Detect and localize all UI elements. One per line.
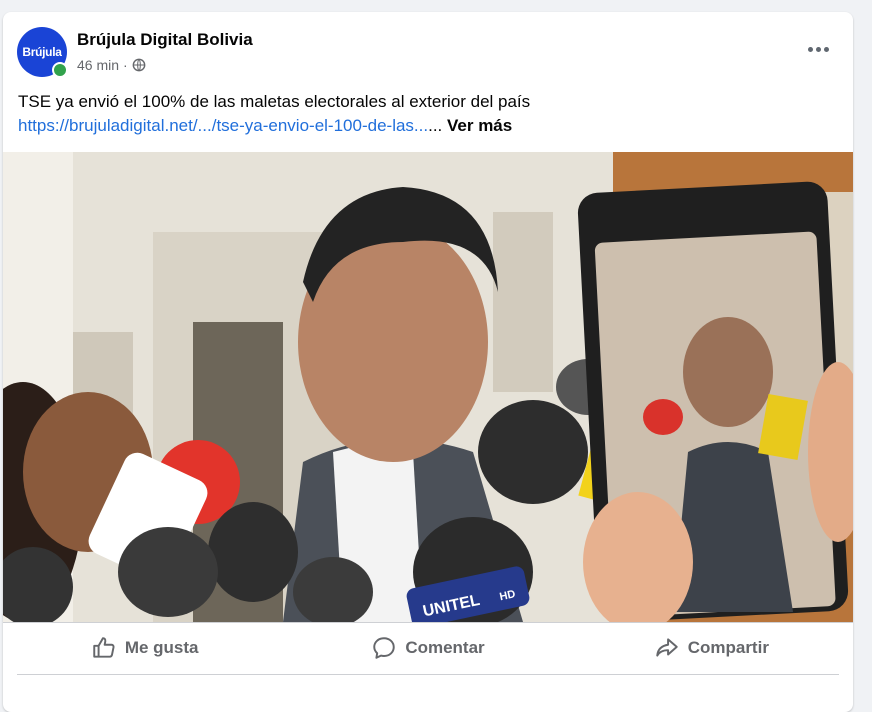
comment-bubble-icon <box>373 637 396 659</box>
globe-icon[interactable] <box>132 58 146 72</box>
like-label: Me gusta <box>124 638 199 657</box>
divider <box>17 674 839 675</box>
page-name[interactable]: Brújula Digital Bolivia <box>77 30 253 50</box>
link-ellipsis: ... <box>428 116 443 135</box>
avatar-text: Brújula <box>22 45 62 59</box>
post-card: Brújula Brújula Digital Bolivia 46 min ·… <box>3 12 853 712</box>
more-dot-icon <box>815 46 821 52</box>
post-photo[interactable]: UNITEL HD <box>3 152 853 622</box>
post-link[interactable]: https://brujuladigital.net/.../tse-ya-en… <box>18 116 428 135</box>
post-time[interactable]: 46 min <box>77 57 119 73</box>
online-status-icon <box>52 62 68 78</box>
post-header: Brújula Brújula Digital Bolivia 46 min · <box>3 12 853 92</box>
comment-button[interactable]: Comentar <box>286 623 569 673</box>
more-dot-icon <box>807 46 813 52</box>
share-label: Compartir <box>687 638 769 657</box>
comment-label: Comentar <box>405 638 485 657</box>
post-photo-image: UNITEL HD <box>3 152 853 622</box>
share-arrow-icon <box>655 638 678 657</box>
post-headline: TSE ya envió el 100% de las maletas elec… <box>18 92 531 111</box>
post-text: TSE ya envió el 100% de las maletas elec… <box>18 90 838 138</box>
thumbs-up-icon <box>93 637 115 658</box>
more-options-button[interactable] <box>803 37 833 61</box>
share-button[interactable]: Compartir <box>570 623 853 673</box>
action-bar: Me gusta Comentar Compartir <box>3 622 853 673</box>
post-meta: 46 min · <box>77 57 146 73</box>
meta-separator: · <box>123 57 128 73</box>
like-button[interactable]: Me gusta <box>3 623 286 673</box>
see-more-link[interactable]: Ver más <box>447 116 512 135</box>
more-dot-icon <box>823 46 829 52</box>
